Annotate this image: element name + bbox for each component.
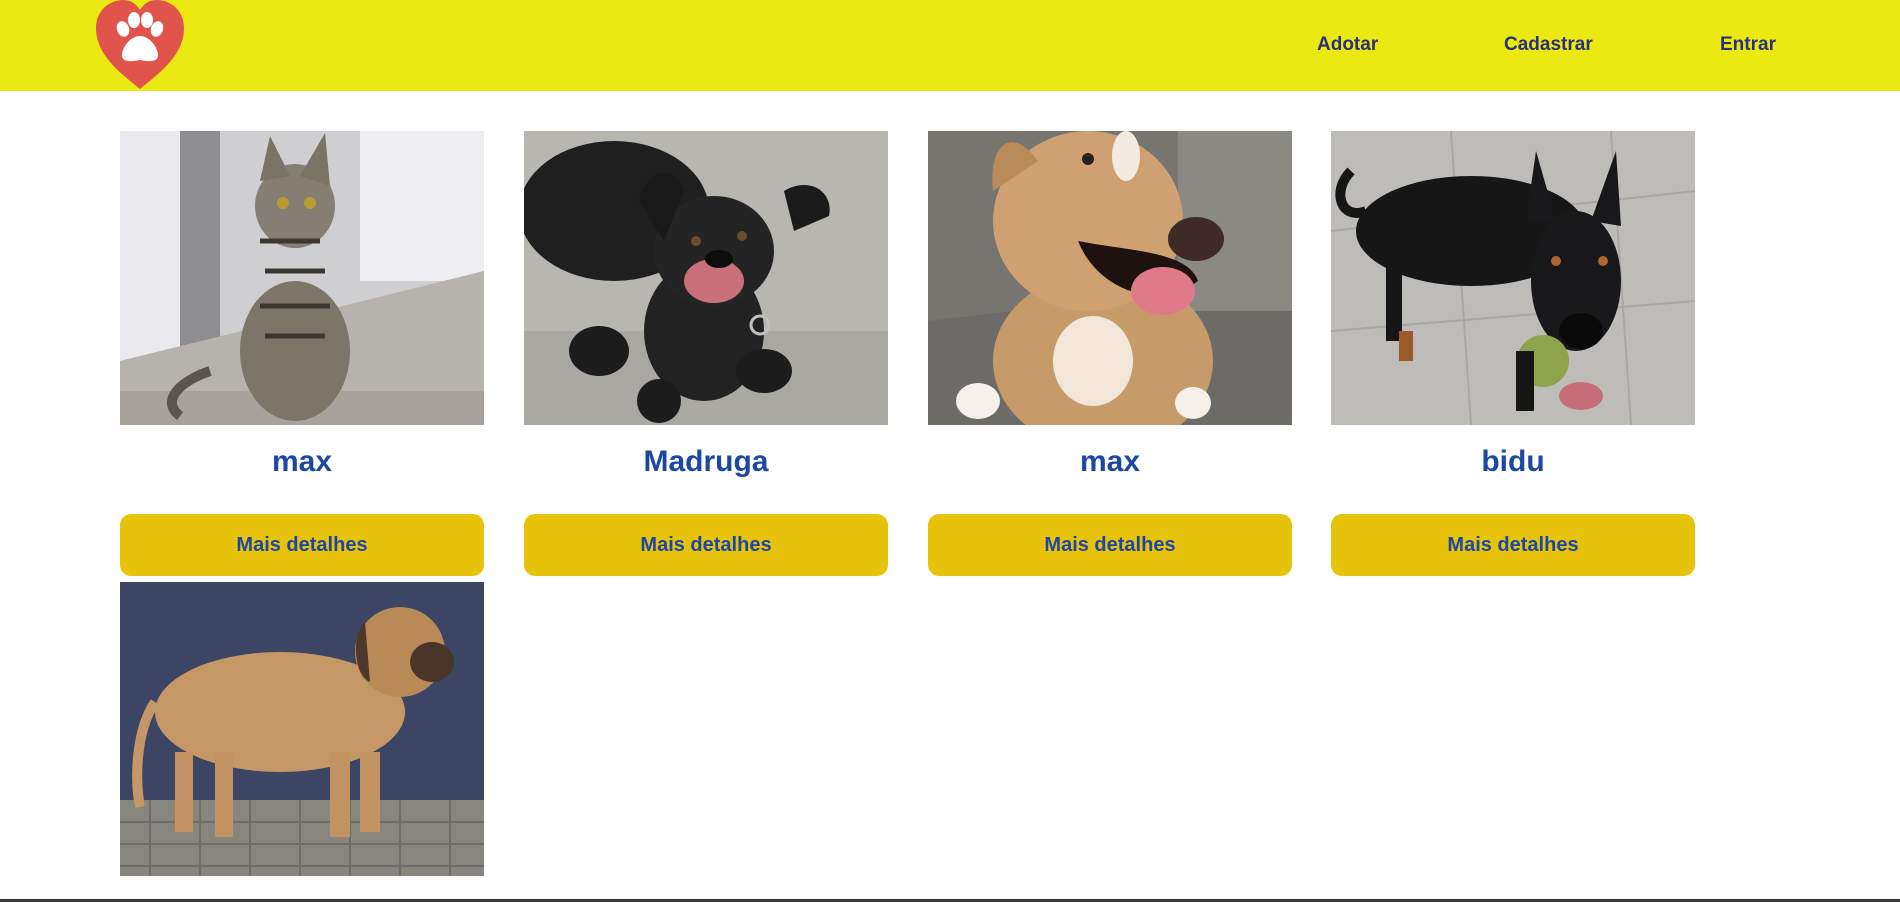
paw-heart-icon bbox=[96, 0, 184, 89]
more-details-button[interactable]: Mais detalhes bbox=[524, 514, 888, 576]
nav-cadastrar[interactable]: Cadastrar bbox=[1504, 34, 1593, 56]
pet-name: max bbox=[1079, 445, 1141, 478]
tan-pitbull-photo[interactable] bbox=[928, 131, 1292, 425]
nav-entrar[interactable]: Entrar bbox=[1720, 34, 1776, 56]
more-details-button[interactable]: Mais detalhes bbox=[928, 514, 1292, 576]
paw-heart-logo[interactable] bbox=[94, 0, 186, 91]
pet-card: bidu Mais detalhes bbox=[1331, 131, 1695, 576]
black-dog-photo[interactable] bbox=[524, 131, 888, 425]
pet-name: bidu bbox=[1481, 445, 1545, 478]
pet-name: max bbox=[271, 445, 333, 478]
nav-adotar[interactable]: Adotar bbox=[1317, 34, 1378, 56]
pet-card bbox=[120, 582, 484, 896]
more-details-button[interactable]: Mais detalhes bbox=[120, 514, 484, 576]
top-header: Adotar Cadastrar Entrar bbox=[0, 0, 1900, 91]
pet-card: max Mais detalhes bbox=[928, 131, 1292, 576]
more-details-button[interactable]: Mais detalhes bbox=[1331, 514, 1695, 576]
tabby-cat-photo[interactable] bbox=[120, 131, 484, 425]
pet-card: Madruga Mais detalhes bbox=[524, 131, 888, 576]
pet-card: max Mais detalhes bbox=[120, 131, 484, 576]
mastiff-standing-photo[interactable] bbox=[120, 582, 484, 876]
doberman-with-ball-photo[interactable] bbox=[1331, 131, 1695, 425]
pet-name: Madruga bbox=[643, 445, 769, 478]
